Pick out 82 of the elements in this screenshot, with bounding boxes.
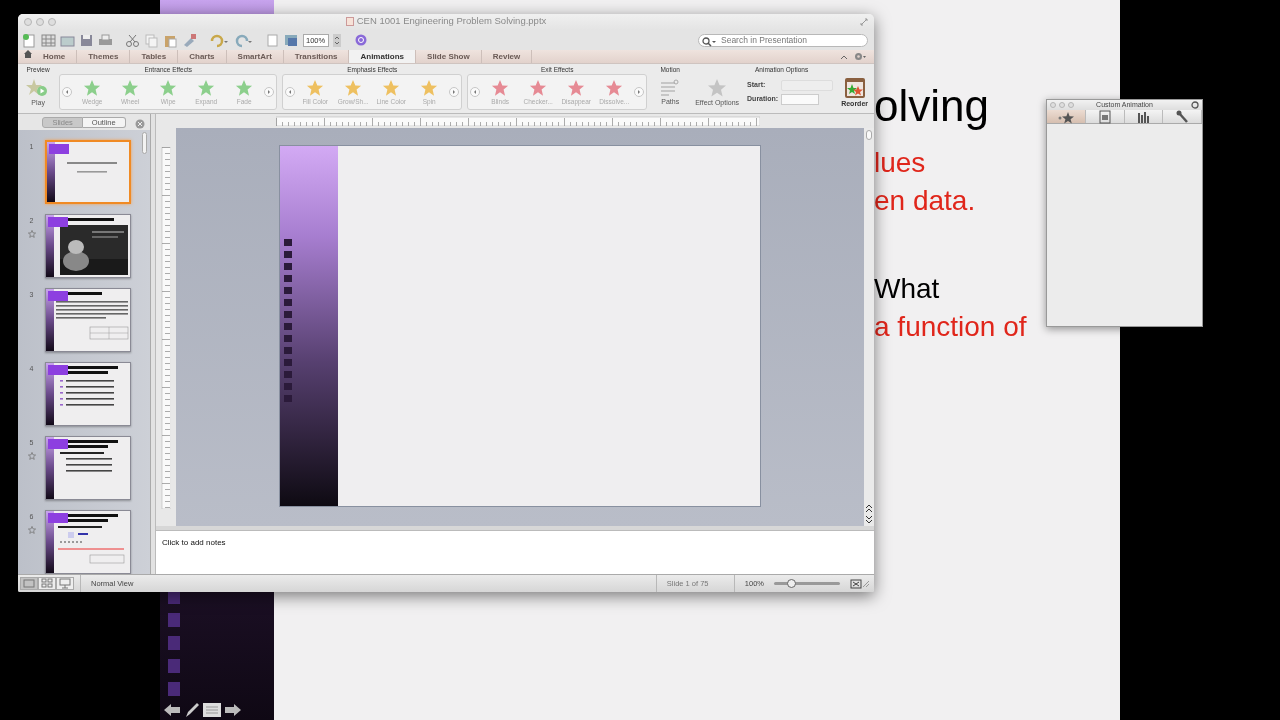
view-button[interactable]: [20, 577, 38, 590]
help-icon[interactable]: [355, 34, 367, 46]
scroll-right-icon[interactable]: [634, 87, 645, 97]
scroll-right-icon[interactable]: [264, 87, 275, 97]
grid-icon: [40, 578, 54, 589]
ribbon-tab[interactable]: Charts: [178, 50, 227, 63]
ribbon-tab[interactable]: Animations: [349, 50, 417, 63]
document-icon: [345, 16, 354, 26]
page-arrows-icon[interactable]: [865, 504, 873, 524]
minimize-button[interactable]: [36, 18, 44, 26]
star-icon: [707, 77, 728, 98]
brush-icon[interactable]: [182, 32, 197, 48]
undo-icon[interactable]: [209, 32, 229, 48]
slide-thumbnail[interactable]: [45, 436, 131, 500]
home-icon[interactable]: [24, 50, 32, 58]
slide-text: en data.: [874, 184, 976, 218]
scroll-left-icon[interactable]: [470, 87, 481, 97]
scissors-icon[interactable]: [125, 32, 140, 48]
gear-icon[interactable]: [854, 52, 866, 61]
resize-grip-icon: [862, 579, 870, 588]
slide-text: olving: [874, 83, 989, 129]
reorder-icon: [843, 76, 866, 99]
slide-icon[interactable]: [265, 32, 280, 48]
palette-tab[interactable]: [1163, 110, 1202, 123]
close-button[interactable]: [1050, 102, 1056, 108]
view-button[interactable]: [38, 577, 56, 590]
zoom-button[interactable]: [48, 18, 56, 26]
notes-text: Click to add notes: [162, 538, 226, 547]
ribbon-tab[interactable]: Home: [32, 50, 78, 63]
search-field[interactable]: Search in Presentation: [698, 33, 868, 47]
palette-tab[interactable]: [1085, 110, 1125, 123]
print-icon[interactable]: [98, 32, 113, 48]
ribbon-tab[interactable]: SmartArt: [226, 50, 284, 63]
slide-text: lues: [874, 146, 926, 180]
scroll-right-icon[interactable]: [449, 87, 460, 97]
scroll-left-icon[interactable]: [62, 87, 73, 97]
slide-preview-drawing: [67, 162, 117, 174]
tag-drawing: [49, 144, 69, 154]
slider-thumb[interactable]: [786, 579, 796, 588]
scrollbar-thumb[interactable]: [142, 132, 147, 154]
slide-text: a function of: [874, 310, 1027, 344]
zoom-slider[interactable]: [774, 582, 840, 585]
scrollbar-thumb[interactable]: [866, 130, 872, 140]
fullscreen-icon[interactable]: [860, 17, 868, 26]
search-icon: [702, 37, 716, 48]
forward-arrow-icon[interactable]: [224, 703, 242, 717]
tag-drawing: [48, 513, 68, 523]
ribbon-tab[interactable]: Tables: [130, 50, 179, 63]
media-icon[interactable]: [284, 32, 299, 48]
window-title: CEN 1001 Engineering Problem Solving.pptx: [356, 14, 547, 29]
presentation-icon: [58, 578, 72, 589]
close-icon[interactable]: [135, 118, 145, 129]
ribbon-tab[interactable]: Review: [481, 50, 533, 63]
tag-drawing: [48, 439, 68, 449]
stepper-icon[interactable]: [333, 33, 341, 47]
palette-tab[interactable]: [1047, 110, 1086, 123]
pen-icon[interactable]: [184, 702, 200, 718]
palette-tab[interactable]: [1124, 110, 1164, 123]
close-button[interactable]: [24, 18, 32, 26]
view-button[interactable]: [56, 577, 74, 590]
zoom-button[interactable]: [1068, 102, 1074, 108]
redo-icon[interactable]: [233, 32, 253, 48]
collapse-icon[interactable]: [840, 53, 848, 60]
ribbon-tab[interactable]: Slide Show: [416, 50, 482, 63]
minimize-button[interactable]: [1059, 102, 1065, 108]
back-arrow-icon[interactable]: [163, 703, 181, 717]
gallery-icon[interactable]: [41, 32, 56, 48]
tag-drawing: [48, 365, 68, 375]
ribbon-tab[interactable]: Themes: [77, 50, 131, 63]
paths-icon: [659, 78, 682, 97]
slide-preview-drawing: [58, 440, 118, 472]
scroll-left-icon[interactable]: [285, 87, 296, 97]
refresh-icon[interactable]: [1191, 100, 1199, 109]
fit-icon[interactable]: [850, 578, 862, 589]
slide-thumbnail[interactable]: [45, 140, 131, 204]
tag-drawing: [48, 217, 68, 227]
normal-view-icon: [22, 578, 36, 589]
slide-text: What: [874, 272, 940, 306]
tag-drawing: [48, 291, 68, 301]
save-icon[interactable]: [79, 32, 94, 48]
duration-field[interactable]: [781, 93, 820, 105]
copy-icon[interactable]: [144, 32, 159, 48]
